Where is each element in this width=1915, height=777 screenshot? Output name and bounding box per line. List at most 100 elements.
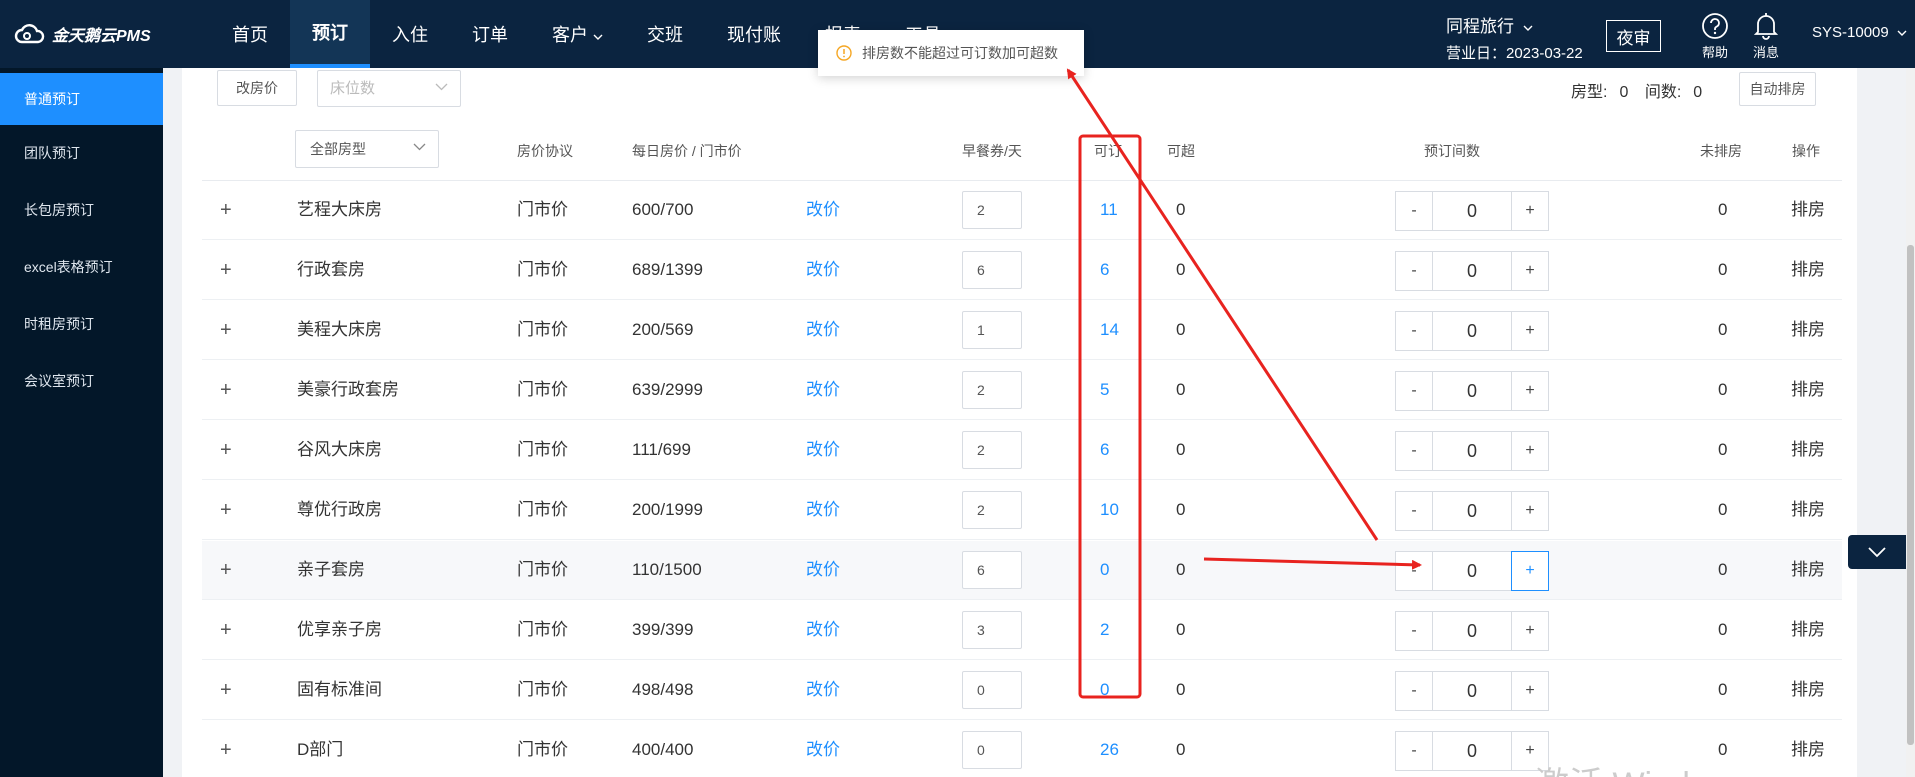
messages-button[interactable]: 消息: [1744, 10, 1788, 61]
app-logo[interactable]: 金天鹅云PMS: [14, 22, 151, 46]
increment-button[interactable]: +: [1511, 371, 1549, 411]
breakfast-input[interactable]: 6: [962, 251, 1022, 289]
sidebar-item-1[interactable]: 团队预订: [0, 125, 163, 182]
change-price-button[interactable]: 改房价: [217, 70, 297, 106]
sidebar-item-4[interactable]: 时租房预订: [0, 296, 163, 353]
expand-row-button[interactable]: +: [220, 481, 232, 539]
edit-price-link[interactable]: 改价: [806, 301, 840, 359]
decrement-button[interactable]: -: [1395, 611, 1433, 651]
edit-price-link[interactable]: 改价: [806, 361, 840, 419]
breakfast-input[interactable]: 0: [962, 671, 1022, 709]
decrement-button[interactable]: -: [1395, 371, 1433, 411]
breakfast-input[interactable]: 3: [962, 611, 1022, 649]
book-count-input[interactable]: 0: [1433, 671, 1511, 711]
available-count[interactable]: 26: [1100, 721, 1119, 777]
expand-row-button[interactable]: +: [220, 301, 232, 359]
expand-row-button[interactable]: +: [220, 541, 232, 599]
nav-item-3[interactable]: 订单: [450, 0, 530, 68]
book-count-input[interactable]: 0: [1433, 251, 1511, 291]
book-count-input[interactable]: 0: [1433, 191, 1511, 231]
assign-room-link[interactable]: 排房: [1791, 721, 1825, 777]
sidebar-item-2[interactable]: 长包房预订: [0, 182, 163, 239]
assign-room-link[interactable]: 排房: [1791, 541, 1825, 599]
available-count[interactable]: 5: [1100, 361, 1109, 419]
edit-price-link[interactable]: 改价: [806, 721, 840, 777]
assign-room-link[interactable]: 排房: [1791, 301, 1825, 359]
assign-room-link[interactable]: 排房: [1791, 601, 1825, 659]
decrement-button[interactable]: -: [1395, 731, 1433, 771]
collapse-tab[interactable]: [1848, 535, 1906, 569]
decrement-button[interactable]: -: [1395, 251, 1433, 291]
nav-item-2[interactable]: 入住: [370, 0, 450, 68]
edit-price-link[interactable]: 改价: [806, 541, 840, 599]
edit-price-link[interactable]: 改价: [806, 661, 840, 719]
breakfast-input[interactable]: 0: [962, 731, 1022, 769]
nav-item-0[interactable]: 首页: [210, 0, 290, 68]
expand-row-button[interactable]: +: [220, 361, 232, 419]
sidebar-item-5[interactable]: 会议室预订: [0, 353, 163, 410]
available-count[interactable]: 14: [1100, 301, 1119, 359]
available-count[interactable]: 2: [1100, 601, 1109, 659]
expand-row-button[interactable]: +: [220, 721, 232, 777]
increment-button[interactable]: +: [1511, 611, 1549, 651]
book-count-input[interactable]: 0: [1433, 551, 1511, 591]
book-count-input[interactable]: 0: [1433, 731, 1511, 771]
edit-price-link[interactable]: 改价: [806, 421, 840, 479]
breakfast-input[interactable]: 6: [962, 551, 1022, 589]
user-menu[interactable]: SYS-10009: [1812, 24, 1907, 41]
scrollbar-thumb[interactable]: [1907, 245, 1914, 745]
available-count[interactable]: 0: [1100, 661, 1109, 719]
increment-button[interactable]: +: [1511, 671, 1549, 711]
expand-row-button[interactable]: +: [220, 601, 232, 659]
assign-room-link[interactable]: 排房: [1791, 421, 1825, 479]
sidebar-item-0[interactable]: 普通预订: [0, 73, 163, 125]
decrement-button[interactable]: -: [1395, 191, 1433, 231]
room-type-filter[interactable]: 全部房型: [295, 130, 439, 168]
edit-price-link[interactable]: 改价: [806, 601, 840, 659]
decrement-button[interactable]: -: [1395, 311, 1433, 351]
sidebar-item-3[interactable]: excel表格预订: [0, 239, 163, 296]
available-count[interactable]: 6: [1100, 421, 1109, 479]
assign-room-link[interactable]: 排房: [1791, 241, 1825, 299]
increment-button[interactable]: +: [1511, 311, 1549, 351]
nav-item-1[interactable]: 预订: [290, 0, 370, 68]
edit-price-link[interactable]: 改价: [806, 481, 840, 539]
hotel-switcher[interactable]: 同程旅行 营业日：2023-03-22: [1446, 12, 1583, 63]
bed-count-select[interactable]: 床位数: [317, 70, 461, 107]
assign-room-link[interactable]: 排房: [1791, 481, 1825, 539]
breakfast-input[interactable]: 2: [962, 371, 1022, 409]
nav-item-4[interactable]: 客户: [530, 0, 625, 68]
decrement-button[interactable]: -: [1395, 671, 1433, 711]
available-count[interactable]: 6: [1100, 241, 1109, 299]
increment-button[interactable]: +: [1511, 431, 1549, 471]
breakfast-input[interactable]: 1: [962, 311, 1022, 349]
decrement-button[interactable]: -: [1395, 551, 1433, 591]
edit-price-link[interactable]: 改价: [806, 181, 840, 239]
increment-button[interactable]: +: [1511, 491, 1549, 531]
breakfast-input[interactable]: 2: [962, 491, 1022, 529]
edit-price-link[interactable]: 改价: [806, 241, 840, 299]
increment-button[interactable]: +: [1511, 191, 1549, 231]
assign-room-link[interactable]: 排房: [1791, 181, 1825, 239]
book-count-input[interactable]: 0: [1433, 611, 1511, 651]
help-button[interactable]: 帮助: [1693, 10, 1737, 61]
expand-row-button[interactable]: +: [220, 241, 232, 299]
decrement-button[interactable]: -: [1395, 491, 1433, 531]
nav-item-5[interactable]: 交班: [625, 0, 705, 68]
book-count-input[interactable]: 0: [1433, 371, 1511, 411]
auto-assign-button[interactable]: 自动排房: [1739, 72, 1816, 106]
increment-button[interactable]: +: [1511, 251, 1549, 291]
book-count-input[interactable]: 0: [1433, 491, 1511, 531]
assign-room-link[interactable]: 排房: [1791, 661, 1825, 719]
available-count[interactable]: 10: [1100, 481, 1119, 539]
available-count[interactable]: 0: [1100, 541, 1109, 599]
breakfast-input[interactable]: 2: [962, 431, 1022, 469]
available-count[interactable]: 11: [1100, 181, 1118, 239]
book-count-input[interactable]: 0: [1433, 431, 1511, 471]
breakfast-input[interactable]: 2: [962, 191, 1022, 229]
expand-row-button[interactable]: +: [220, 181, 232, 239]
decrement-button[interactable]: -: [1395, 431, 1433, 471]
night-audit-button[interactable]: 夜审: [1606, 20, 1661, 52]
nav-item-6[interactable]: 现付账: [705, 0, 803, 68]
expand-row-button[interactable]: +: [220, 661, 232, 719]
